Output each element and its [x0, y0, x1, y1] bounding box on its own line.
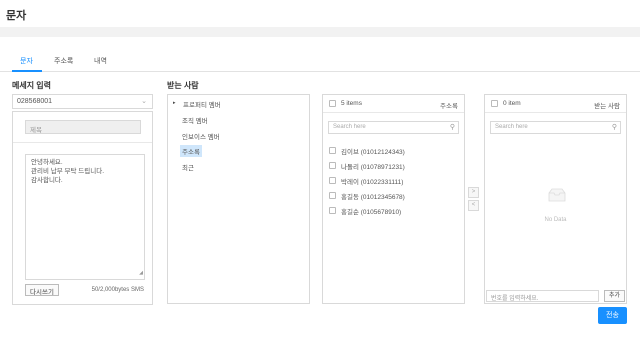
receiver-list-panel: 0 item 받는 사람 Search here ⚲ No Data: [484, 94, 627, 304]
contact-checkbox[interactable]: [329, 177, 336, 184]
move-right-button[interactable]: >: [468, 187, 479, 198]
contact-checkbox[interactable]: [329, 162, 336, 169]
search-icon[interactable]: ⚲: [612, 123, 617, 131]
tab-history[interactable]: 내역: [94, 56, 107, 66]
contact-checkbox[interactable]: [329, 207, 336, 214]
receiver-list-header: 0 item 받는 사람: [485, 95, 626, 113]
recipient-group-tree: ▸ 프로퍼티 멤버 조직 멤버 인보이스 멤버 주소록 최근: [167, 94, 310, 304]
empty-state-text: No Data: [544, 217, 567, 223]
search-placeholder: Search here: [333, 124, 366, 130]
tab-message[interactable]: 문자: [20, 56, 33, 66]
contact-item[interactable]: 홍길동 (01012345678): [341, 191, 405, 201]
tree-item-org-members[interactable]: 조직 멤버: [182, 115, 208, 125]
contact-checkbox[interactable]: [329, 147, 336, 154]
contact-item[interactable]: 김이브 (01012124343): [341, 146, 405, 156]
search-placeholder: Search here: [495, 124, 528, 130]
header-band: [0, 27, 640, 37]
chevron-down-icon: ⌄: [141, 98, 147, 105]
search-icon[interactable]: ⚲: [450, 123, 455, 131]
address-search-input[interactable]: Search here ⚲: [328, 121, 459, 134]
move-left-button[interactable]: <: [468, 200, 479, 211]
sender-number-value: 028568001: [17, 98, 53, 105]
tree-item-recent[interactable]: 최근: [182, 162, 194, 172]
rewrite-button[interactable]: 다시쓰기: [25, 284, 59, 296]
send-button[interactable]: 전송: [598, 307, 627, 324]
contact-item[interactable]: 나돌리 (01078971231): [341, 161, 405, 171]
recipients-section-title: 받는 사람: [167, 81, 199, 90]
message-type: SMS: [130, 287, 144, 293]
empty-inbox-icon: [548, 188, 566, 202]
caret-right-icon[interactable]: ▸: [173, 100, 176, 106]
receiver-search-input[interactable]: Search here ⚲: [490, 121, 621, 134]
receiver-item-count: 0 item: [503, 100, 521, 107]
message-line: 관리비 납부 부탁 드립니다.: [31, 168, 105, 175]
byte-counter: 50/2,000bytes SMS: [92, 287, 144, 293]
address-list-panel: 5 items 주소록 Search here ⚲ 김이브 (010121243…: [322, 94, 465, 304]
select-all-receivers-checkbox[interactable]: [491, 100, 498, 107]
message-line: 감사합니다.: [31, 177, 63, 184]
subject-input[interactable]: 제목: [25, 120, 141, 134]
byte-count: 50/2,000bytes: [91, 287, 130, 293]
select-all-checkbox[interactable]: [329, 100, 336, 107]
tab-address-book[interactable]: 주소록: [54, 56, 73, 66]
contact-item[interactable]: 박레이 (01022331111): [341, 176, 403, 186]
message-line: 안녕하세요.: [31, 159, 63, 166]
page-title: 문자: [6, 10, 27, 22]
message-panel: 제목 안녕하세요. 관리비 납부 부탁 드립니다. 감사합니다. ◢ 다시쓰기 …: [12, 111, 153, 305]
contact-item[interactable]: 홍길순 (0105678910): [341, 206, 401, 216]
tree-item-invoice-members[interactable]: 인보이스 멤버: [182, 131, 220, 141]
receiver-list-title: 받는 사람: [594, 103, 620, 110]
tree-item-property-members[interactable]: 프로퍼티 멤버: [183, 99, 221, 109]
contact-checkbox[interactable]: [329, 192, 336, 199]
message-section-title: 메세지 입력: [12, 81, 52, 90]
add-number-button[interactable]: 추가: [604, 290, 625, 302]
phone-number-input[interactable]: 번호를 입력하세요.: [486, 290, 599, 302]
divider: [13, 142, 152, 143]
active-tab-indicator: [12, 70, 42, 72]
resize-handle-icon[interactable]: ◢: [139, 269, 143, 278]
address-list-header: 5 items 주소록: [323, 95, 464, 113]
tab-bar: 문자 주소록 내역: [0, 50, 640, 72]
address-list-title: 주소록: [440, 103, 458, 110]
tree-item-address-book[interactable]: 주소록: [180, 145, 202, 157]
sender-number-select[interactable]: 028568001 ⌄: [12, 94, 153, 109]
address-item-count: 5 items: [341, 100, 362, 107]
message-textarea[interactable]: 안녕하세요. 관리비 납부 부탁 드립니다. 감사합니다. ◢: [25, 154, 145, 280]
